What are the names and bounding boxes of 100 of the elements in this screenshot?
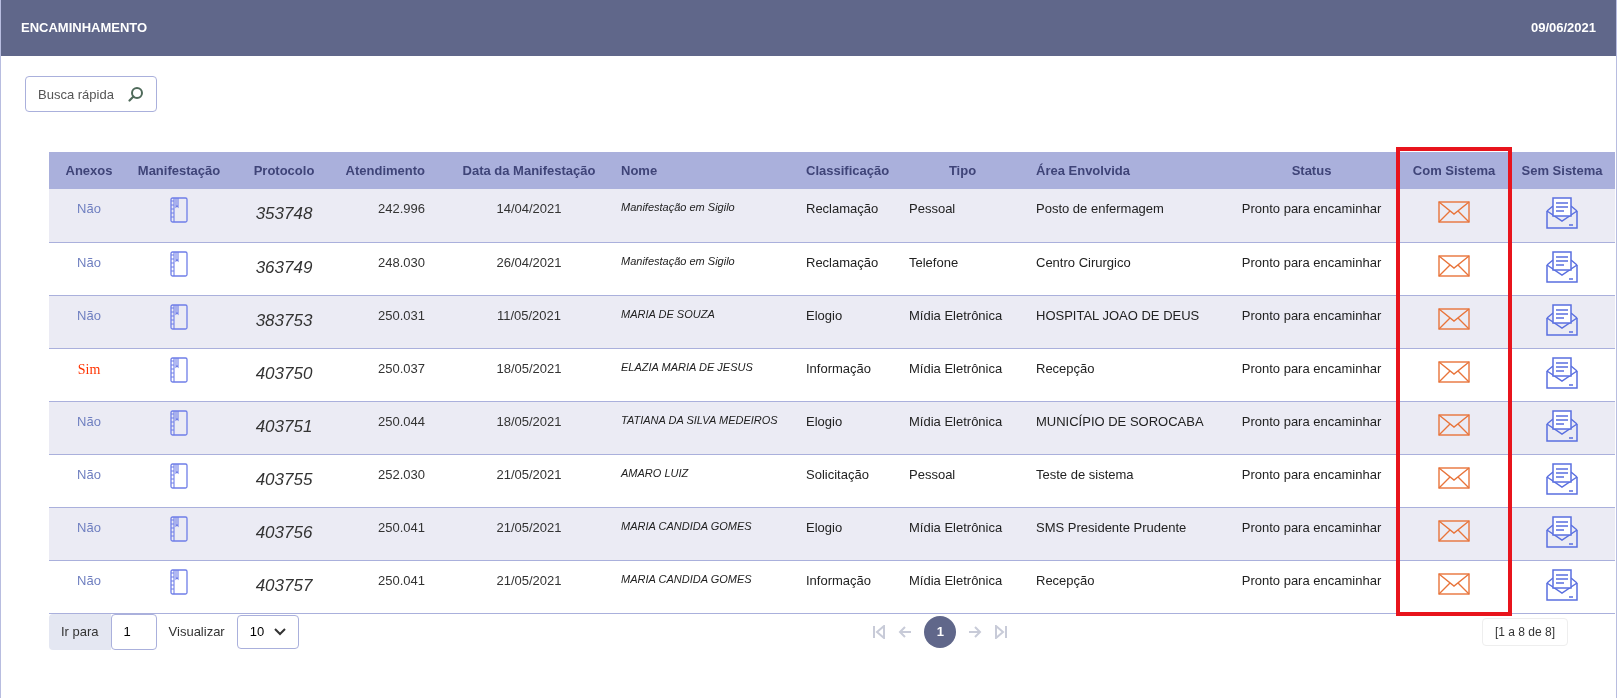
column-header: Status <box>1224 152 1399 189</box>
column-header: Anexos <box>49 152 129 189</box>
service-number: 252.030 <box>378 466 425 482</box>
status: Pronto para encaminhar <box>1241 254 1382 270</box>
header-date: 09/06/2021 <box>1530 19 1596 38</box>
inbox-letter-icon[interactable] <box>1545 409 1579 443</box>
area-involved: HOSPITAL JOAO DE DEUS <box>1036 307 1200 323</box>
classification: Elogio <box>806 307 843 323</box>
type: Mídia Eletrônica <box>909 519 1003 535</box>
search-field[interactable]: Busca rápida <box>25 76 157 112</box>
type: Mídia Eletrônica <box>909 572 1003 588</box>
envelope-icon[interactable] <box>1438 572 1470 595</box>
column-header: Tipo <box>901 152 1024 189</box>
chevron-down-icon <box>273 627 286 636</box>
manifestation-date: 11/05/2021 <box>496 307 562 323</box>
manifestation-date: 18/05/2021 <box>496 413 562 429</box>
envelope-icon[interactable] <box>1438 201 1470 223</box>
inbox-letter-icon[interactable] <box>1545 515 1579 549</box>
inbox-letter-icon[interactable] <box>1545 462 1579 496</box>
type: Mídia Eletrônica <box>909 360 1003 376</box>
area-involved: Posto de enfermagem <box>1036 201 1164 216</box>
page-size-dropdown[interactable]: 10 <box>236 614 299 649</box>
person-name: ELAZIA MARIA DE JESUS <box>621 360 753 373</box>
column-header: Classificação <box>794 152 901 189</box>
view-label: Visualizar <box>167 622 226 641</box>
attachments-value: Não <box>77 519 101 535</box>
person-name: MARIA CANDIDA GOMES <box>621 519 752 532</box>
notebook-icon[interactable] <box>169 462 189 489</box>
person-name: Manifestação em Sigilo <box>621 201 735 213</box>
envelope-icon[interactable] <box>1438 360 1470 383</box>
protocol-number: 403757 <box>255 575 313 595</box>
notebook-icon[interactable] <box>169 303 189 330</box>
notebook-icon[interactable] <box>169 515 189 542</box>
protocol-number: 403751 <box>255 416 313 436</box>
classification: Reclamação <box>806 201 879 216</box>
area-involved: Teste de sistema <box>1036 466 1134 482</box>
protocol-number: 363749 <box>255 257 313 277</box>
person-name: TATIANA DA SILVA MEDEIROS <box>621 413 778 426</box>
classification: Elogio <box>806 413 843 429</box>
inbox-letter-icon[interactable] <box>1545 197 1579 230</box>
attachments-value: Não <box>77 413 101 429</box>
notebook-icon[interactable] <box>169 568 189 595</box>
notebook-icon[interactable] <box>169 197 189 223</box>
results-range: [1 a 8 de 8] <box>1481 617 1568 646</box>
column-header: Sem Sistema <box>1509 152 1615 189</box>
person-name: AMARO LUIZ <box>621 466 689 479</box>
envelope-icon[interactable] <box>1438 307 1470 330</box>
envelope-icon[interactable] <box>1438 254 1470 277</box>
column-header: Área Envolvida <box>1024 152 1224 189</box>
column-header: Nome <box>609 152 794 189</box>
area-involved: Recepção <box>1036 360 1095 376</box>
envelope-icon[interactable] <box>1438 519 1470 542</box>
service-number: 242.996 <box>378 201 425 216</box>
inbox-letter-icon[interactable] <box>1545 568 1579 602</box>
type: Pessoal <box>909 201 956 216</box>
service-number: 250.037 <box>378 360 425 376</box>
go-to-label: Ir para <box>49 613 111 650</box>
status: Pronto para encaminhar <box>1241 572 1382 588</box>
page-number-field[interactable]: 1 <box>110 613 157 650</box>
protocol-number: 353748 <box>255 204 313 223</box>
manifestation-date: 18/05/2021 <box>496 360 562 376</box>
area-involved: Recepção <box>1036 572 1095 588</box>
service-number: 250.044 <box>378 413 425 429</box>
protocol-number: 383753 <box>255 310 313 330</box>
protocol-number: 403756 <box>255 522 313 542</box>
page-button[interactable]: 1 <box>924 615 957 648</box>
column-header: Protocolo <box>229 152 339 189</box>
attachments-value: Sim <box>77 361 101 377</box>
envelope-icon[interactable] <box>1438 466 1470 489</box>
attachments-value: Não <box>77 466 101 482</box>
protocol-number: 403755 <box>255 469 313 489</box>
area-involved: SMS Presidente Prudente <box>1036 519 1187 535</box>
search-icon[interactable] <box>127 85 145 103</box>
envelope-icon[interactable] <box>1438 413 1470 436</box>
manifestation-date: 26/04/2021 <box>496 254 562 270</box>
notebook-icon[interactable] <box>169 250 189 277</box>
column-header: Com Sistema <box>1399 152 1509 189</box>
classification: Elogio <box>806 519 843 535</box>
status: Pronto para encaminhar <box>1241 519 1382 535</box>
protocol-number: 403750 <box>255 363 313 383</box>
notebook-icon[interactable] <box>169 356 189 383</box>
status: Pronto para encaminhar <box>1241 466 1382 482</box>
classification: Solicitação <box>806 466 869 482</box>
manifestation-date: 14/04/2021 <box>496 201 562 216</box>
attachments-value: Não <box>77 572 101 588</box>
page-title: ENCAMINHAMENTO <box>21 19 148 38</box>
column-header: Manifestação <box>129 152 229 189</box>
type: Telefone <box>909 254 959 270</box>
inbox-letter-icon[interactable] <box>1545 356 1579 390</box>
classification: Informação <box>806 360 872 376</box>
type: Mídia Eletrônica <box>909 307 1003 323</box>
person-name: MARIA CANDIDA GOMES <box>621 572 752 585</box>
service-number: 250.031 <box>378 307 425 323</box>
type: Pessoal <box>909 466 956 482</box>
notebook-icon[interactable] <box>169 409 189 436</box>
type: Mídia Eletrônica <box>909 413 1003 429</box>
inbox-letter-icon[interactable] <box>1545 250 1579 284</box>
column-header: Data da Manifestação <box>449 152 609 189</box>
area-involved: MUNICÍPIO DE SOROCABA <box>1036 413 1204 429</box>
inbox-letter-icon[interactable] <box>1545 303 1579 337</box>
